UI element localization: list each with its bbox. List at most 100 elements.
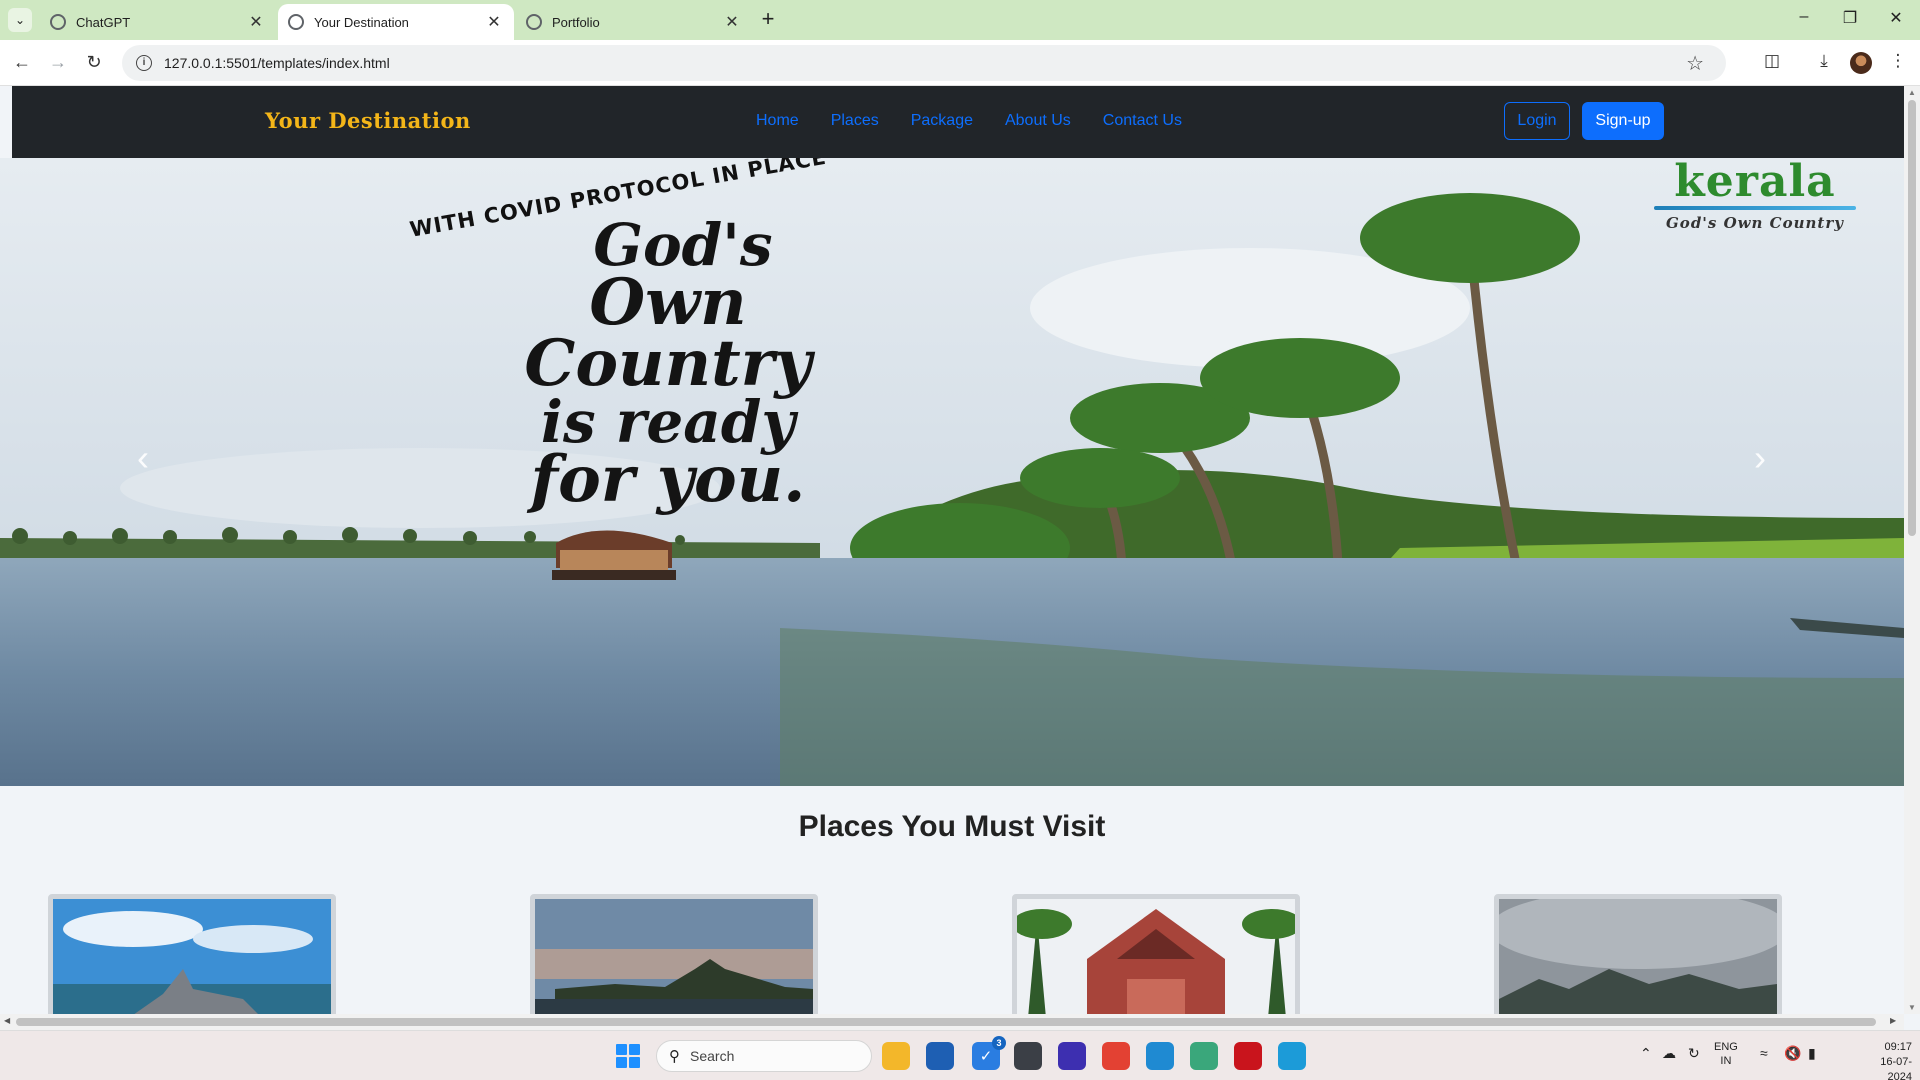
- reload-button[interactable]: ↻: [82, 50, 106, 74]
- new-tab-button[interactable]: +: [756, 8, 780, 32]
- place-card[interactable]: [1012, 894, 1300, 1014]
- nav-link-home[interactable]: Home: [756, 112, 799, 130]
- kerala-tourism-logo: kerala God's Own Country: [1650, 158, 1860, 232]
- arrow-right-icon: →: [49, 52, 67, 72]
- forward-button[interactable]: →: [46, 50, 70, 74]
- nav-link-contact-us[interactable]: Contact Us: [1103, 112, 1182, 130]
- tab-title: Portfolio: [552, 14, 600, 30]
- plus-icon: +: [761, 6, 775, 31]
- close-icon[interactable]: ✕: [246, 12, 266, 32]
- tab-chatgpt[interactable]: ChatGPT ✕: [40, 4, 276, 40]
- red-app-icon[interactable]: [1234, 1042, 1262, 1070]
- vscode-icon[interactable]: [1146, 1042, 1174, 1070]
- onedrive-icon[interactable]: ☁: [1662, 1045, 1676, 1062]
- chevron-up-icon[interactable]: ⌃: [1640, 1045, 1652, 1062]
- chatgpt-favicon-icon: [50, 14, 66, 30]
- site-navbar: Your Destination Home Places Package Abo…: [12, 86, 1904, 158]
- tab-your-destination[interactable]: Your Destination ✕: [278, 4, 514, 40]
- language-indicator[interactable]: ENG IN: [1714, 1040, 1738, 1068]
- login-button[interactable]: Login: [1504, 102, 1570, 140]
- close-icon[interactable]: ✕: [484, 12, 504, 32]
- minimize-icon: –: [1799, 8, 1809, 25]
- chevron-down-icon: ⌄: [14, 13, 26, 27]
- unity-app-icon[interactable]: [1014, 1042, 1042, 1070]
- backwater-scene-image: [0, 158, 1904, 786]
- heritage-palace-image: [1017, 899, 1295, 1014]
- address-bar[interactable]: i 127.0.0.1:5501/templates/index.html ☆: [122, 45, 1726, 81]
- tab-title: ChatGPT: [76, 14, 131, 30]
- browser-tab-strip: ⌄ ChatGPT ✕ Your Destination ✕ Portfolio…: [0, 0, 1920, 40]
- chevron-right-icon: ›: [1754, 437, 1766, 478]
- arrow-left-icon: ←: [13, 52, 31, 72]
- scroll-left-icon[interactable]: ◀: [4, 1016, 10, 1025]
- scrollbar-thumb[interactable]: [16, 1018, 1876, 1026]
- logo-wordmark: kerala: [1674, 158, 1836, 207]
- tagline-line: Own Country: [524, 265, 812, 401]
- site-brand[interactable]: Your Destination: [265, 108, 471, 133]
- reload-icon: ↻: [86, 52, 102, 72]
- browser-toolbar: ← → ↻ i 127.0.0.1:5501/templates/index.h…: [0, 40, 1920, 86]
- notification-badge: 3: [992, 1036, 1006, 1050]
- tab-portfolio[interactable]: Portfolio ✕: [516, 4, 752, 40]
- profile-avatar[interactable]: [1850, 52, 1872, 74]
- taskbar-search[interactable]: ⚲ Search: [656, 1040, 872, 1072]
- horizontal-scrollbar[interactable]: ◀ ▶: [0, 1014, 1904, 1030]
- temple-lake-image: [535, 899, 813, 1014]
- app-window-icon[interactable]: [1278, 1042, 1306, 1070]
- speaker-muted-icon[interactable]: 🔇: [1784, 1045, 1801, 1062]
- restore-button[interactable]: ❐: [1838, 8, 1862, 28]
- search-icon: ⚲: [669, 1048, 680, 1065]
- windows-start-button[interactable]: [616, 1044, 640, 1068]
- hero-tagline: God's Own Country is ready for you.: [458, 216, 878, 517]
- back-button[interactable]: ←: [10, 50, 34, 74]
- chevron-left-icon: ‹: [137, 437, 149, 478]
- chrome-icon[interactable]: [1102, 1042, 1130, 1070]
- bookmark-star-icon[interactable]: ☆: [1686, 51, 1704, 76]
- signup-button[interactable]: Sign-up: [1582, 102, 1664, 140]
- page-viewport: Your Destination Home Places Package Abo…: [0, 86, 1904, 1014]
- microsoft-store-icon[interactable]: [926, 1042, 954, 1070]
- design-app-icon[interactable]: [1058, 1042, 1086, 1070]
- carousel-next-button[interactable]: ›: [1740, 438, 1780, 478]
- close-icon: ✕: [1889, 10, 1903, 27]
- battery-icon[interactable]: ▮: [1808, 1045, 1816, 1062]
- more-menu-icon[interactable]: ⋮: [1886, 51, 1910, 75]
- system-clock[interactable]: 09:17 16-07-2024: [1862, 1040, 1912, 1080]
- nav-link-about-us[interactable]: About Us: [1005, 112, 1071, 130]
- download-icon[interactable]: ⤓: [1812, 51, 1836, 75]
- carousel-prev-button[interactable]: ‹: [123, 438, 163, 478]
- wifi-icon[interactable]: ≈: [1760, 1045, 1768, 1061]
- scroll-up-icon[interactable]: ▲: [1904, 88, 1920, 97]
- misty-mountains-image: [1499, 899, 1777, 1014]
- scroll-right-icon[interactable]: ▶: [1890, 1016, 1896, 1025]
- clock-date: 16-07-2024: [1880, 1056, 1912, 1080]
- globe-icon: [288, 14, 304, 30]
- nav-link-places[interactable]: Places: [831, 112, 879, 130]
- place-card[interactable]: [530, 894, 818, 1014]
- close-icon[interactable]: ✕: [722, 12, 742, 32]
- tasks-app-icon[interactable]: ✓ 3: [972, 1036, 1006, 1070]
- close-window-button[interactable]: ✕: [1884, 8, 1908, 28]
- info-icon[interactable]: i: [136, 55, 152, 71]
- tagline-line: for you.: [530, 441, 806, 517]
- nav-link-package[interactable]: Package: [911, 112, 973, 130]
- file-explorer-icon[interactable]: [882, 1042, 910, 1070]
- place-card[interactable]: [48, 894, 336, 1014]
- minimize-button[interactable]: –: [1792, 8, 1816, 26]
- language-code: ENG: [1714, 1041, 1738, 1053]
- globe-icon: [526, 14, 542, 30]
- clock-time: 09:17: [1884, 1041, 1912, 1053]
- region-code: IN: [1720, 1055, 1732, 1067]
- extensions-icon[interactable]: ◫: [1760, 51, 1784, 75]
- hill-viewpoint-image: [53, 899, 331, 1014]
- scrollbar-thumb[interactable]: [1908, 100, 1916, 536]
- tab-search-button[interactable]: ⌄: [8, 8, 32, 32]
- sync-icon[interactable]: ↻: [1688, 1045, 1700, 1062]
- url-text[interactable]: 127.0.0.1:5501/templates/index.html: [164, 55, 390, 71]
- place-card[interactable]: [1494, 894, 1782, 1014]
- edge-icon[interactable]: [1190, 1042, 1218, 1070]
- places-section-title: Places You Must Visit: [798, 810, 1106, 843]
- windows-taskbar: ⚲ Search ✓ 3 ⌃ ☁ ↻ ENG IN ≈ 🔇 ▮ 09:17 16-…: [0, 1030, 1920, 1080]
- scroll-down-icon[interactable]: ▼: [1904, 1003, 1920, 1012]
- vertical-scrollbar[interactable]: ▲ ▼: [1904, 86, 1920, 1014]
